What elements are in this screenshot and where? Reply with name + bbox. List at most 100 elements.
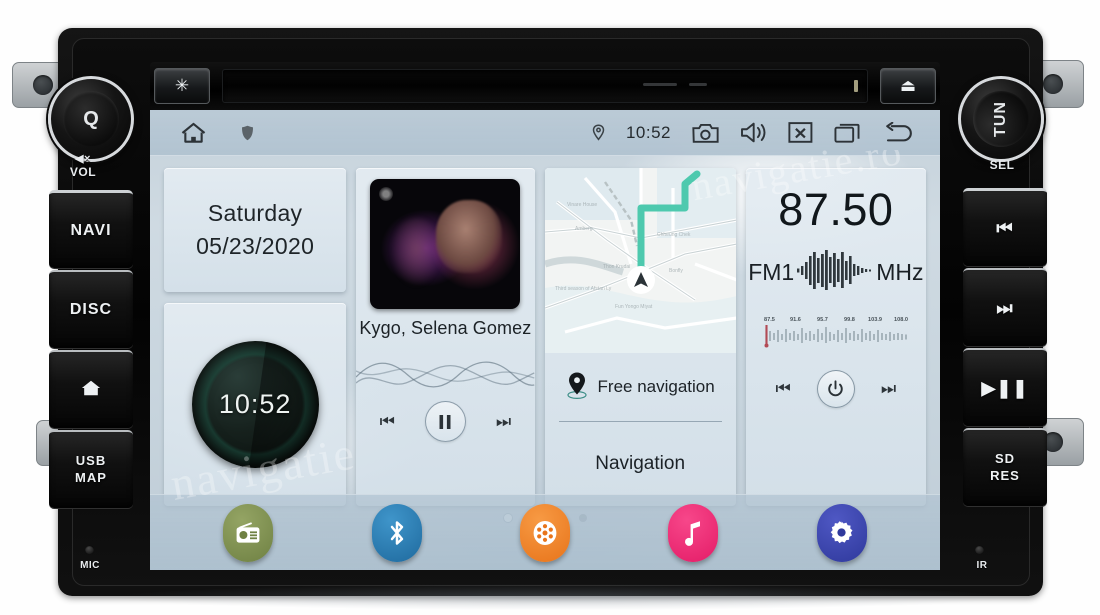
play-pause-button[interactable]: ▶❚❚ [963,348,1047,426]
album-figure-primary [436,199,503,273]
asterisk-icon: ✳ [174,76,190,95]
mute-icon: ◀× [75,153,91,165]
volume-label: ◀× VOL [69,153,97,179]
audio-waveform [355,347,535,399]
navigation-arrow-icon [626,266,655,294]
gear-icon [829,520,854,545]
app-dock [150,494,940,570]
signal-waveform-icon [796,250,874,295]
status-bar: 10:52 [150,110,940,156]
clock-widget[interactable]: 10:52 [164,303,347,506]
bluetooth-icon [387,519,407,547]
home-button[interactable] [49,350,133,428]
ir-receiver [975,545,984,554]
tune-knob[interactable]: TUN [958,76,1044,162]
next-track-icon: ⏭ [996,297,1014,318]
res-label: RES [990,468,1020,483]
cd-slot[interactable] [222,69,868,103]
status-bar-clock: 10:52 [625,122,671,142]
pause-icon [439,414,451,429]
radio-tuning-scale[interactable]: 87.5 91.6 95.7 99.8 103.9 108.0 [760,313,912,360]
previous-station-icon[interactable]: ⏮ [776,379,791,399]
close-box-icon[interactable] [788,121,813,144]
date-weekday: Saturday [207,200,303,226]
next-station-icon[interactable]: ⏭ [881,379,896,399]
pause-button[interactable] [424,401,466,442]
album-art [370,179,521,309]
previous-track-button[interactable]: ⏮ [963,188,1047,266]
home-icon[interactable] [180,121,207,145]
screw-hole [1043,74,1063,94]
dock-item-radio[interactable] [223,503,274,562]
date-value: 05/23/2020 [196,233,315,259]
svg-text:Bonfly: Bonfly [669,268,683,274]
scale-label: 108.0 [894,317,908,323]
next-track-button[interactable]: ⏭ [963,268,1047,346]
screw-hole [33,75,53,95]
power-icon [828,380,844,397]
clock-dial: 10:52 [191,341,319,468]
sd-label: SD [994,451,1016,467]
disc-bar: ✳ ⏏ [150,62,940,110]
brightness-button[interactable]: ✳ [154,68,210,104]
radio-widget[interactable]: 87.50 FM1 MHz 87.5 91.6 95.7 99.8 103.9 … [745,168,926,506]
date-widget[interactable]: Saturday 05/23/2020 [164,168,347,292]
touchscreen[interactable]: 10:52 Saturday 05/23/2020 10:52 Kygo, Se… [150,110,940,570]
svg-text:Amberg: Amberg [575,226,593,232]
radio-icon [235,522,261,544]
camera-icon[interactable] [692,122,719,144]
svg-text:Vinare House: Vinare House [567,202,597,208]
radio-power-button[interactable] [816,370,855,408]
svg-text:Fun Yongo Miyat: Fun Yongo Miyat [615,304,653,310]
previous-track-icon[interactable]: ⏮ [380,412,395,432]
status-bar-left [150,121,254,145]
scale-label: 95.7 [817,317,828,323]
scale-label: 103.9 [868,317,882,323]
map-preview[interactable]: Vinare House Amberg Thon Krudai Chheung … [544,168,736,353]
eject-button[interactable]: ⏏ [880,68,936,104]
music-controls: ⏮ ⏭ [356,401,534,442]
scale-label: 87.5 [764,317,775,323]
drop-shadow [120,584,1000,610]
shield-icon[interactable] [241,125,254,141]
free-navigation-row[interactable]: Free navigation [545,353,736,421]
dock-item-bluetooth[interactable] [371,503,422,562]
dock-item-settings[interactable] [816,503,867,562]
navigation-widget[interactable]: Vinare House Amberg Thon Krudai Chheung … [544,168,736,506]
back-arrow-icon[interactable] [883,121,914,144]
svg-text:Third season of Afstan Ly: Third season of Afstan Ly [555,286,612,292]
volume-knob[interactable]: Q [48,76,134,162]
radio-unit: MHz [876,259,924,285]
home-icon [80,378,102,403]
sd-res-button[interactable]: SD RES [963,428,1047,506]
previous-track-icon: ⏮ [996,218,1014,238]
map-label: MAP [75,470,107,485]
music-note-icon [682,519,704,547]
tuning-needle [764,325,769,348]
map-pin-icon [566,371,588,404]
radio-frequency: 87.50 [778,184,894,235]
music-widget[interactable]: Kygo, Selena Gomez ⏮ ⏭ [355,168,535,506]
status-bar-right: 10:52 [592,121,940,144]
eject-icon: ⏏ [899,76,917,95]
volume-icon[interactable] [740,121,767,144]
dock-item-video[interactable] [519,503,570,562]
location-pin-icon [592,124,605,141]
left-button-column: NAVI DISC USB MAP [49,190,133,510]
play-pause-icon: ▶❚❚ [981,377,1029,398]
radio-band: FM1 [748,259,795,285]
usb-map-button[interactable]: USB MAP [49,430,133,508]
svg-text:Thon Krudai: Thon Krudai [603,264,630,270]
dock-item-music[interactable] [668,503,719,562]
microphone-hole [85,545,94,554]
radio-controls: ⏮ ⏭ [746,370,926,408]
mic-label: MIC [80,560,100,571]
recents-icon[interactable] [834,121,862,144]
navi-button[interactable]: NAVI [49,190,133,268]
radio-band-row: FM1 MHz [746,250,926,295]
tune-knob-label: TUN [973,91,1029,147]
disc-button[interactable]: DISC [49,270,133,348]
track-artist: Kygo, Selena Gomez [359,318,532,338]
album-badge-icon [379,187,394,201]
next-track-icon[interactable]: ⏭ [496,412,511,432]
